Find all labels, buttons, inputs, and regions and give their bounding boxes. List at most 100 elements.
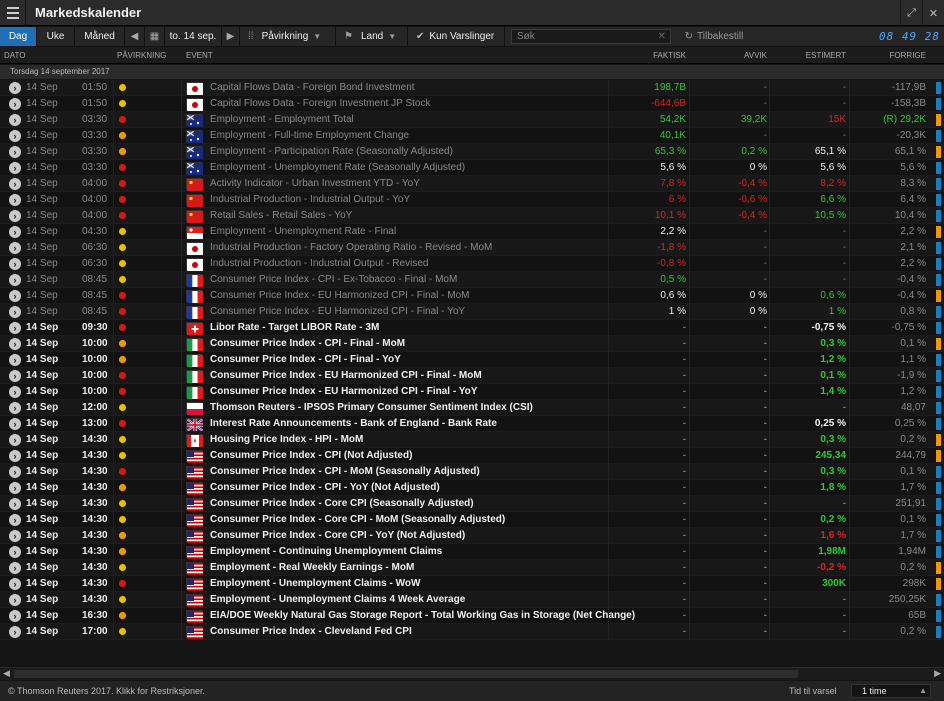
col-event[interactable]: EVENT <box>186 51 213 60</box>
expand-row-icon[interactable]: › <box>9 578 21 590</box>
close-icon[interactable]: ✕ <box>922 0 944 26</box>
event-name[interactable]: Consumer Price Index - EU Harmonized CPI… <box>210 384 477 400</box>
event-name[interactable]: Employment - Full-time Employment Change <box>210 128 409 144</box>
event-row[interactable]: › 14 Sep 06:30 Industrial Production - Fact… <box>0 240 944 256</box>
event-name[interactable]: Industrial Production - Industrial Outpu… <box>210 192 410 208</box>
expand-row-icon[interactable]: › <box>9 386 21 398</box>
event-row[interactable]: › 14 Sep 13:00 Interest Rate Announcements … <box>0 416 944 432</box>
next-date-icon[interactable]: ▶ <box>222 27 240 46</box>
event-name[interactable]: Employment - Unemployment Rate (Seasonal… <box>210 160 465 176</box>
event-name[interactable]: Employment - Unemployment Claims 4 Week … <box>210 592 465 608</box>
event-row[interactable]: › 14 Sep 10:00 Consumer Price Index - EU Ha… <box>0 384 944 400</box>
tab-day[interactable]: Dag <box>0 27 37 46</box>
alerts-only-toggle[interactable]: ✔ Kun Varslinger <box>408 27 505 46</box>
expand-row-icon[interactable]: › <box>9 194 21 206</box>
expand-row-icon[interactable]: › <box>9 178 21 190</box>
expand-row-icon[interactable]: › <box>9 290 21 302</box>
event-name[interactable]: Consumer Price Index - Cleveland Fed CPI <box>210 624 412 640</box>
event-row[interactable]: › 14 Sep 17:00 Consumer Price Index - Cleve… <box>0 624 944 640</box>
col-impact[interactable]: PÅVIRKNING <box>117 51 166 60</box>
expand-row-icon[interactable]: › <box>9 258 21 270</box>
event-name[interactable]: EIA/DOE Weekly Natural Gas Storage Repor… <box>210 608 635 624</box>
event-row[interactable]: › 14 Sep 16:30 EIA/DOE Weekly Natural Gas S… <box>0 608 944 624</box>
event-name[interactable]: Libor Rate - Target LIBOR Rate - 3M <box>210 320 379 336</box>
expand-row-icon[interactable]: › <box>9 434 21 446</box>
event-name[interactable]: Employment - Unemployment Claims - WoW <box>210 576 420 592</box>
event-name[interactable]: Employment - Real Weekly Earnings - MoM <box>210 560 414 576</box>
event-row[interactable]: › 14 Sep 14:30 Employment - Unemployment Cl… <box>0 592 944 608</box>
event-row[interactable]: › 14 Sep 10:00 Consumer Price Index - CPI -… <box>0 336 944 352</box>
event-row[interactable]: › 14 Sep 10:00 Consumer Price Index - CPI -… <box>0 352 944 368</box>
search-input[interactable]: Søk ✕ <box>511 29 671 44</box>
date-display[interactable]: to. 14 sep. <box>165 27 222 46</box>
expand-icon[interactable]: ⤢ <box>900 0 922 26</box>
event-row[interactable]: › 14 Sep 08:45 Consumer Price Index - EU Ha… <box>0 304 944 320</box>
event-row[interactable]: › 14 Sep 04:00 Activity Indicator - Urban I… <box>0 176 944 192</box>
expand-row-icon[interactable]: › <box>9 482 21 494</box>
expand-row-icon[interactable]: › <box>9 242 21 254</box>
expand-row-icon[interactable]: › <box>9 530 21 542</box>
event-row[interactable]: › 14 Sep 03:30 Employment - Unemployment Ra… <box>0 160 944 176</box>
expand-row-icon[interactable]: › <box>9 626 21 638</box>
expand-row-icon[interactable]: › <box>9 466 21 478</box>
reset-button[interactable]: ↻ Tilbakestill <box>677 27 751 46</box>
event-row[interactable]: › 14 Sep 01:50 Capital Flows Data - Foreign… <box>0 80 944 96</box>
event-name[interactable]: Consumer Price Index - CPI - Final - YoY <box>210 352 401 368</box>
col-estimate[interactable]: ESTIMERT <box>806 51 846 60</box>
expand-row-icon[interactable]: › <box>9 546 21 558</box>
calendar-icon[interactable]: ▦ <box>145 27 165 46</box>
event-name[interactable]: Industrial Production - Factory Operatin… <box>210 240 492 256</box>
expand-row-icon[interactable]: › <box>9 610 21 622</box>
event-row[interactable]: › 14 Sep 08:45 Consumer Price Index - EU Ha… <box>0 288 944 304</box>
event-name[interactable]: Consumer Price Index - EU Harmonized CPI… <box>210 288 470 304</box>
event-name[interactable]: Consumer Price Index - Core CPI - MoM (S… <box>210 512 505 528</box>
copyright-link[interactable]: © Thomson Reuters 2017. Klikk for Restri… <box>8 686 205 696</box>
expand-row-icon[interactable]: › <box>9 418 21 430</box>
event-name[interactable]: Consumer Price Index - EU Harmonized CPI… <box>210 368 482 384</box>
col-previous[interactable]: FORRIGE <box>890 51 926 60</box>
event-name[interactable]: Consumer Price Index - Core CPI - YoY (N… <box>210 528 465 544</box>
impact-filter-dropdown[interactable]: ⁞⁞ Påvirkning ▼ <box>240 27 336 46</box>
expand-row-icon[interactable]: › <box>9 306 21 318</box>
expand-row-icon[interactable]: › <box>9 594 21 606</box>
event-name[interactable]: Employment - Participation Rate (Seasona… <box>210 144 453 160</box>
horizontal-scrollbar[interactable]: ◀ ▶ <box>0 667 944 680</box>
expand-row-icon[interactable]: › <box>9 514 21 526</box>
event-row[interactable]: › 14 Sep 14:30 Consumer Price Index - Core … <box>0 496 944 512</box>
scrollbar-thumb[interactable] <box>14 670 798 678</box>
event-row[interactable]: › 14 Sep 14:30 Employment - Unemployment Cl… <box>0 576 944 592</box>
event-row[interactable]: › 14 Sep 06:30 Industrial Production - Indu… <box>0 256 944 272</box>
event-name[interactable]: Employment - Continuing Unemployment Cla… <box>210 544 442 560</box>
expand-row-icon[interactable]: › <box>9 114 21 126</box>
expand-row-icon[interactable]: › <box>9 274 21 286</box>
expand-row-icon[interactable]: › <box>9 98 21 110</box>
col-date[interactable]: DATO <box>4 51 25 60</box>
expand-row-icon[interactable]: › <box>9 450 21 462</box>
expand-row-icon[interactable]: › <box>9 562 21 574</box>
event-name[interactable]: Interest Rate Announcements - Bank of En… <box>210 416 497 432</box>
event-name[interactable]: Activity Indicator - Urban Investment YT… <box>210 176 420 192</box>
event-name[interactable]: Consumer Price Index - Core CPI (Seasona… <box>210 496 474 512</box>
event-name[interactable]: Consumer Price Index - CPI - Final - MoM <box>210 336 405 352</box>
alert-time-select[interactable]: 1 time ▲ <box>851 684 931 698</box>
event-row[interactable]: › 14 Sep 12:00 Thomson Reuters - IPSOS Prim… <box>0 400 944 416</box>
event-name[interactable]: Consumer Price Index - CPI - YoY (Not Ad… <box>210 480 440 496</box>
expand-row-icon[interactable]: › <box>9 322 21 334</box>
clear-search-icon[interactable]: ✕ <box>658 31 666 42</box>
tab-week[interactable]: Uke <box>37 27 75 46</box>
event-row[interactable]: › 14 Sep 10:00 Consumer Price Index - EU Ha… <box>0 368 944 384</box>
country-filter-dropdown[interactable]: ⚑ Land ▼ <box>336 27 408 46</box>
col-actual[interactable]: FAKTISK <box>653 51 686 60</box>
expand-row-icon[interactable]: › <box>9 210 21 222</box>
event-name[interactable]: Employment - Employment Total <box>210 112 354 128</box>
event-row[interactable]: › 14 Sep 14:30 Consumer Price Index - CPI -… <box>0 480 944 496</box>
scroll-right-icon[interactable]: ▶ <box>934 668 941 679</box>
event-name[interactable]: Capital Flows Data - Foreign Investment … <box>210 96 430 112</box>
expand-row-icon[interactable]: › <box>9 370 21 382</box>
expand-row-icon[interactable]: › <box>9 338 21 350</box>
event-name[interactable]: Capital Flows Data - Foreign Bond Invest… <box>210 80 415 96</box>
event-name[interactable]: Industrial Production - Industrial Outpu… <box>210 256 428 272</box>
event-name[interactable]: Housing Price Index - HPI - MoM <box>210 432 363 448</box>
expand-row-icon[interactable]: › <box>9 498 21 510</box>
event-row[interactable]: › 14 Sep 14:30 Employment - Real Weekly Ear… <box>0 560 944 576</box>
